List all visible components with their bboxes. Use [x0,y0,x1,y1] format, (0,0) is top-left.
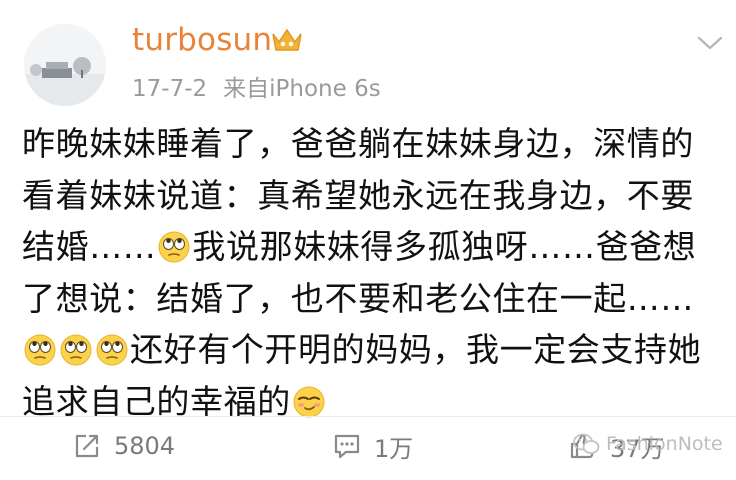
action-divider [0,416,736,417]
post-source: 来自iPhone 6s [223,76,381,102]
avatar[interactable] [24,24,106,106]
vip-crown-icon [272,28,302,51]
repost-button[interactable]: 5804 [72,422,175,470]
smirk-emoji-icon [293,386,325,417]
wechat-icon [573,433,600,454]
post-meta: 17-7-2 来自iPhone 6s [132,72,381,106]
chevron-down-icon[interactable] [696,34,724,52]
post-date: 17-7-2 [132,76,208,102]
repost-icon [75,434,99,458]
comment-button[interactable]: 1万 [332,422,413,470]
comment-count: 1万 [374,434,414,463]
repost-count: 5804 [114,432,176,460]
rolling-eyes-emoji-icon [24,334,56,366]
rolling-eyes-emoji-icon [60,334,92,366]
avatar-snow-landscape-icon [24,24,106,106]
post-text: 昨晚妹妹睡着了，爸爸躺在妹妹身边，深情的看着妹妹说道：真希望她永远在我身边，不要… [22,118,722,427]
comment-icon [334,434,360,459]
rolling-eyes-emoji-icon [158,231,190,263]
username[interactable]: turbosun [132,20,272,60]
rolling-eyes-emoji-icon [96,334,128,366]
watermark: FashionNote [572,432,723,456]
watermark-text: FashionNote [606,433,723,455]
